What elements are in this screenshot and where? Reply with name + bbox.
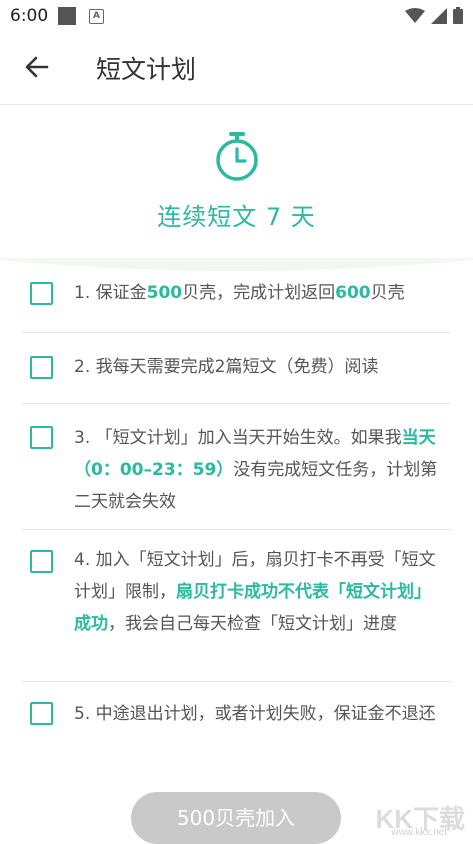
signal-icon: [431, 7, 447, 24]
plan-term-item: 1. 保证金500贝壳，完成计划返回600贝壳: [22, 262, 451, 333]
term-text-part: 2. 我每天需要完成2篇短文（免费）阅读: [74, 357, 379, 377]
term-text-part: 1. 保证金: [74, 283, 147, 303]
term-highlight: 600: [335, 283, 371, 303]
term-text-part: ，我会自己每天检查「短文计划」进度: [108, 614, 397, 634]
term-text-part: 贝壳，完成计划返回: [182, 283, 336, 303]
term-text-part: 5. 中途退出计划，或者计划失败，保证金不退还: [74, 704, 436, 724]
plan-hero: 连续短文 7 天: [0, 105, 473, 265]
term-highlight: 500: [146, 283, 183, 303]
plan-term-item: 2. 我每天需要完成2篇短文（免费）阅读: [22, 333, 451, 404]
term-text: 5. 中途退出计划，或者计划失败，保证金不退还: [74, 698, 444, 730]
app-bar: 短文计划: [0, 32, 473, 105]
notification-square-icon: [58, 7, 76, 25]
plan-duration-title: 连续短文 7 天: [157, 203, 316, 231]
plan-term-item: 4. 加入「短文计划」后，扇贝打卡不再受「短文计划」限制，扇贝打卡成功不代表「短…: [22, 530, 451, 682]
back-arrow-icon[interactable]: [22, 52, 52, 82]
term-checkbox[interactable]: [30, 356, 53, 379]
term-checkbox[interactable]: [30, 702, 53, 725]
term-text-part: 3. 「短文计划」加入当天开始生效。如果我: [74, 428, 402, 448]
term-text: 1. 保证金500贝壳，完成计划返回600贝壳: [74, 277, 444, 309]
a-badge-icon: A: [89, 9, 104, 24]
term-checkbox[interactable]: [30, 282, 53, 305]
term-text-part: 贝壳: [370, 283, 405, 303]
term-text: 4. 加入「短文计划」后，扇贝打卡不再受「短文计划」限制，扇贝打卡成功不代表「短…: [74, 544, 444, 640]
plan-term-item: 3. 「短文计划」加入当天开始生效。如果我当天（0：00–23：59）没有完成短…: [22, 404, 451, 530]
status-time: 6:00: [10, 6, 49, 26]
status-icons: [405, 7, 463, 24]
term-text: 2. 我每天需要完成2篇短文（免费）阅读: [74, 351, 444, 383]
watermark-url: www.kkx.net: [391, 827, 447, 838]
term-checkbox[interactable]: [30, 426, 53, 449]
term-text: 3. 「短文计划」加入当天开始生效。如果我当天（0：00–23：59）没有完成短…: [74, 422, 444, 518]
stopwatch-icon: [216, 132, 258, 181]
term-checkbox[interactable]: [30, 550, 53, 573]
join-button[interactable]: 500贝壳加入: [131, 792, 341, 844]
status-bar: 6:00 A: [0, 0, 473, 32]
battery-icon: [453, 7, 463, 24]
wifi-icon: [405, 7, 425, 23]
plan-term-item: 5. 中途退出计划，或者计划失败，保证金不退还: [22, 682, 451, 762]
page-title: 短文计划: [96, 55, 197, 84]
